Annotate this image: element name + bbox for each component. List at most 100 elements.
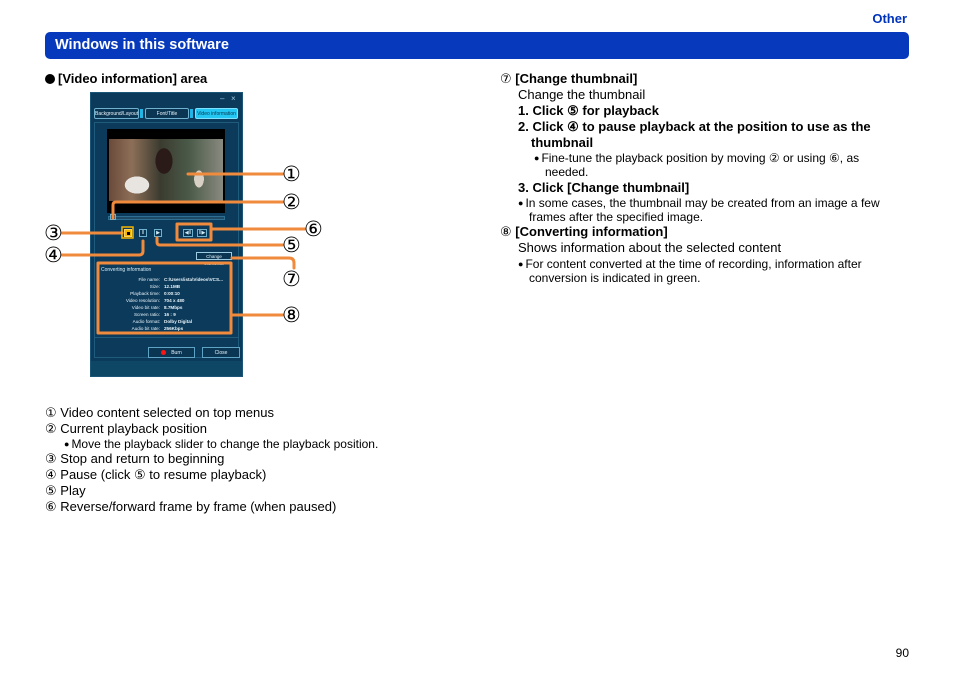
info-row: Video resolution: 704 x 480 xyxy=(98,297,232,304)
legend-item: ⑥ Reverse/forward frame by frame (when p… xyxy=(45,499,336,516)
info-value: Dolby Digital xyxy=(164,319,193,324)
item7-desc: Change the thumbnail xyxy=(518,87,646,102)
forward-frame-button[interactable]: II▶ xyxy=(197,229,207,237)
tab-separator xyxy=(140,109,143,118)
change-thumbnail-button[interactable]: Change thumbnail xyxy=(196,252,232,266)
callout-number-5: ⑤ xyxy=(282,233,301,257)
item8-number: ⑧ xyxy=(500,225,512,240)
item7-step2-note-cont: needed. xyxy=(545,165,589,179)
tab-video-information[interactable]: Video information xyxy=(195,108,238,119)
legend-number: ④ xyxy=(45,468,57,483)
item7-number: ⑦ xyxy=(500,72,512,87)
section-header-title: Windows in this software xyxy=(55,37,229,53)
playback-slider-handle[interactable] xyxy=(110,214,116,220)
legend-number: ⑥ xyxy=(45,500,57,515)
legend-text: Video content selected on top menus xyxy=(60,405,274,420)
area-title-text: [Video information] area xyxy=(58,71,208,86)
callout-number-6: ⑥ xyxy=(304,217,323,241)
item7-title: [Change thumbnail] xyxy=(515,71,638,86)
reverse-frame-button[interactable]: ◀II xyxy=(183,229,193,237)
item7-step3: 3. Click [Change thumbnail] xyxy=(518,180,690,195)
tab-background-layout[interactable]: Background/Layout xyxy=(94,108,139,119)
info-value: 256Kbps xyxy=(164,326,184,331)
area-title: [Video information] area xyxy=(45,71,207,86)
legend-item: ① Video content selected on top menus xyxy=(45,405,274,422)
item7-step1: 1. Click ⑤ for playback xyxy=(518,103,659,118)
info-value: 12.1MB xyxy=(164,284,181,289)
info-value: 8.7Mbps xyxy=(164,305,183,310)
divider xyxy=(94,337,239,338)
burn-button[interactable]: Burn xyxy=(148,347,195,358)
tab-font-title[interactable]: Font/Title xyxy=(145,108,189,119)
item8-desc: Shows information about the selected con… xyxy=(518,240,782,255)
callout-number-8: ⑧ xyxy=(282,303,301,327)
info-value: 16 : 9 xyxy=(164,312,176,317)
legend-number: ① xyxy=(45,406,57,421)
callout-number-4: ④ xyxy=(44,243,63,267)
tab-separator xyxy=(190,109,193,118)
info-row: Video bit rate: 8.7Mbps xyxy=(98,304,232,311)
legend-number: ⑤ xyxy=(45,484,57,499)
legend-number: ② xyxy=(45,422,57,437)
legend-item: ④ Pause (click ⑤ to resume playback) xyxy=(45,467,266,484)
video-information-window: – × Background/Layout Font/Title Video i… xyxy=(90,92,243,377)
bullet-icon xyxy=(45,74,55,84)
video-thumbnail-image xyxy=(109,139,223,201)
section-label: Other xyxy=(872,11,907,26)
window-tabs: Background/Layout Font/Title Video infor… xyxy=(94,108,239,120)
info-label: File name: xyxy=(138,277,160,282)
close-button[interactable]: Close xyxy=(202,347,240,358)
legend-number: ③ xyxy=(45,452,57,467)
info-label: Audio format: xyxy=(132,319,160,324)
section-header-bar: Windows in this software xyxy=(45,32,909,59)
converting-information-title: Converting information xyxy=(101,267,152,273)
close-icon[interactable]: × xyxy=(231,95,239,103)
legend-text: Play xyxy=(60,483,86,498)
item7-step2-cont: thumbnail xyxy=(531,135,594,150)
info-value: 0:00:10 xyxy=(164,291,180,296)
legend-text: Current playback position xyxy=(60,421,207,436)
stop-button[interactable] xyxy=(124,229,132,237)
page-number: 90 xyxy=(895,646,909,660)
video-preview xyxy=(107,129,225,213)
info-row: Screen ratio: 16 : 9 xyxy=(98,311,232,318)
item8-note-cont: conversion is indicated in green. xyxy=(529,271,701,285)
item7-step3-note-cont: frames after the specified image. xyxy=(529,210,704,224)
info-value: C:\Users\ista\Videos\VCS... xyxy=(164,277,223,282)
info-row: Playback time: 0:00:10 xyxy=(98,290,232,297)
callout-number-7: ⑦ xyxy=(282,267,301,291)
callout-number-3: ③ xyxy=(44,221,63,245)
item7-step2: 2. Click ④ to pause playback at the posi… xyxy=(518,119,871,134)
window-bottom-bar xyxy=(91,361,242,376)
play-button[interactable]: ▶ xyxy=(154,229,162,237)
callout-number-1: ① xyxy=(282,162,301,186)
window-titlebar: – × xyxy=(91,93,242,105)
legend-note: Move the playback slider to change the p… xyxy=(64,436,378,452)
legend-item: ⑤ Play xyxy=(45,483,86,500)
info-label: Video bit rate: xyxy=(131,305,160,310)
legend-text: Reverse/forward frame by frame (when pau… xyxy=(60,499,337,514)
info-label: Screen ratio: xyxy=(133,312,160,317)
item7-heading: ⑦ [Change thumbnail] xyxy=(500,71,637,88)
info-row: Audio bit rate: 256Kbps xyxy=(98,325,232,332)
item8-heading: ⑧ [Converting information] xyxy=(500,224,668,241)
legend-text: Stop and return to beginning xyxy=(60,451,225,466)
legend-item: ③ Stop and return to beginning xyxy=(45,451,224,468)
info-label: Playback time: xyxy=(130,291,160,296)
minimize-icon[interactable]: – xyxy=(220,95,228,103)
info-row: Audio format: Dolby Digital xyxy=(98,318,232,325)
info-label: Size: xyxy=(149,284,160,289)
converting-information-panel: Converting information File name: C:\User… xyxy=(98,264,232,333)
pause-button[interactable]: II xyxy=(139,229,147,237)
info-row: Size: 12.1MB xyxy=(98,283,232,290)
legend-text: Pause (click ⑤ to resume playback) xyxy=(60,467,267,482)
info-value: 704 x 480 xyxy=(164,298,185,303)
callout-number-2: ② xyxy=(282,190,301,214)
playback-slider-track[interactable] xyxy=(108,216,225,220)
info-label: Audio bit rate: xyxy=(131,326,160,331)
burn-label: Burn xyxy=(171,350,182,356)
item8-title: [Converting information] xyxy=(515,224,668,239)
record-dot-icon xyxy=(161,350,167,355)
info-row: File name: C:\Users\ista\Videos\VCS... xyxy=(98,276,232,283)
info-label: Video resolution: xyxy=(125,298,160,303)
